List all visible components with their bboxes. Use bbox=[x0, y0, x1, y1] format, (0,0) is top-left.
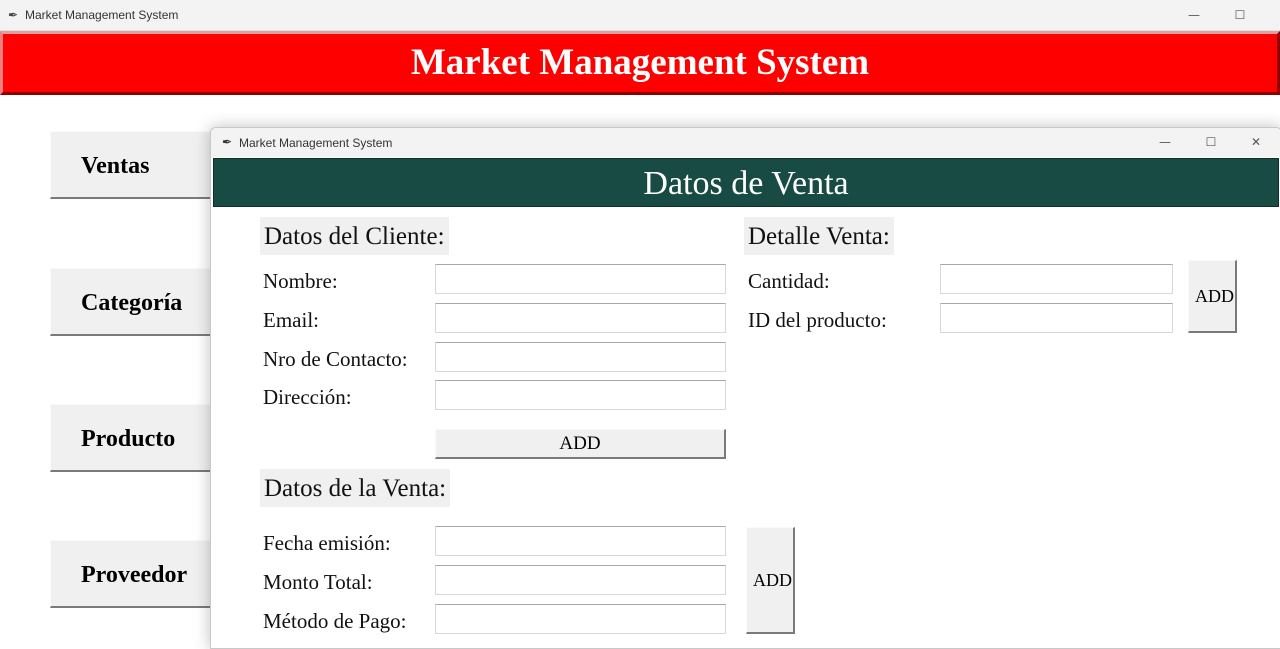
monto-input[interactable] bbox=[435, 565, 726, 595]
main-title-bar: ✒ Market Management System — ☐ bbox=[0, 0, 1280, 31]
nombre-input[interactable] bbox=[435, 264, 726, 294]
producto-id-input[interactable] bbox=[940, 303, 1173, 333]
producto-id-label: ID del producto: bbox=[748, 308, 887, 332]
app-banner: Market Management System bbox=[0, 31, 1280, 95]
child-minimize-button[interactable]: — bbox=[1155, 133, 1175, 151]
producto-button[interactable]: Producto bbox=[50, 404, 216, 472]
ventas-button[interactable]: Ventas bbox=[50, 131, 216, 199]
contacto-label: Nro de Contacto: bbox=[263, 347, 408, 371]
feather-icon: ✒ bbox=[222, 135, 233, 149]
cantidad-input[interactable] bbox=[940, 264, 1173, 294]
feather-icon: ✒ bbox=[8, 8, 19, 22]
add-cliente-button[interactable]: ADD bbox=[435, 429, 726, 459]
child-close-button[interactable]: ✕ bbox=[1246, 133, 1266, 151]
cantidad-label: Cantidad: bbox=[748, 269, 830, 293]
child-title-bar: ✒ Market Management System — ☐ ✕ bbox=[211, 128, 1280, 157]
proveedor-button[interactable]: Proveedor bbox=[50, 540, 216, 608]
monto-label: Monto Total: bbox=[263, 570, 373, 594]
fecha-label: Fecha emisión: bbox=[263, 531, 391, 555]
ventas-window: ✒ Market Management System — ☐ ✕ Datos d… bbox=[210, 127, 1280, 649]
add-detalle-button[interactable]: ADD bbox=[1188, 260, 1237, 333]
pago-input[interactable] bbox=[435, 604, 726, 634]
child-window-title: Market Management System bbox=[239, 136, 393, 150]
pago-label: Método de Pago: bbox=[263, 609, 407, 633]
direccion-input[interactable] bbox=[435, 380, 726, 410]
fecha-input[interactable] bbox=[435, 526, 726, 556]
venta-header: Datos de Venta bbox=[213, 158, 1279, 207]
email-label: Email: bbox=[263, 308, 319, 332]
minimize-button[interactable]: — bbox=[1184, 6, 1204, 24]
categoria-button[interactable]: Categoría bbox=[50, 268, 216, 336]
detalle-section-title: Detalle Venta: bbox=[744, 217, 894, 255]
direccion-label: Dirección: bbox=[263, 385, 352, 409]
add-venta-button[interactable]: ADD bbox=[746, 527, 795, 634]
contacto-input[interactable] bbox=[435, 342, 726, 372]
cliente-section-title: Datos del Cliente: bbox=[260, 217, 449, 255]
maximize-button[interactable]: ☐ bbox=[1230, 6, 1250, 24]
window-title: Market Management System bbox=[25, 8, 179, 22]
email-input[interactable] bbox=[435, 303, 726, 333]
venta-section-title: Datos de la Venta: bbox=[260, 469, 451, 507]
child-maximize-button[interactable]: ☐ bbox=[1201, 133, 1221, 151]
nombre-label: Nombre: bbox=[263, 269, 338, 293]
